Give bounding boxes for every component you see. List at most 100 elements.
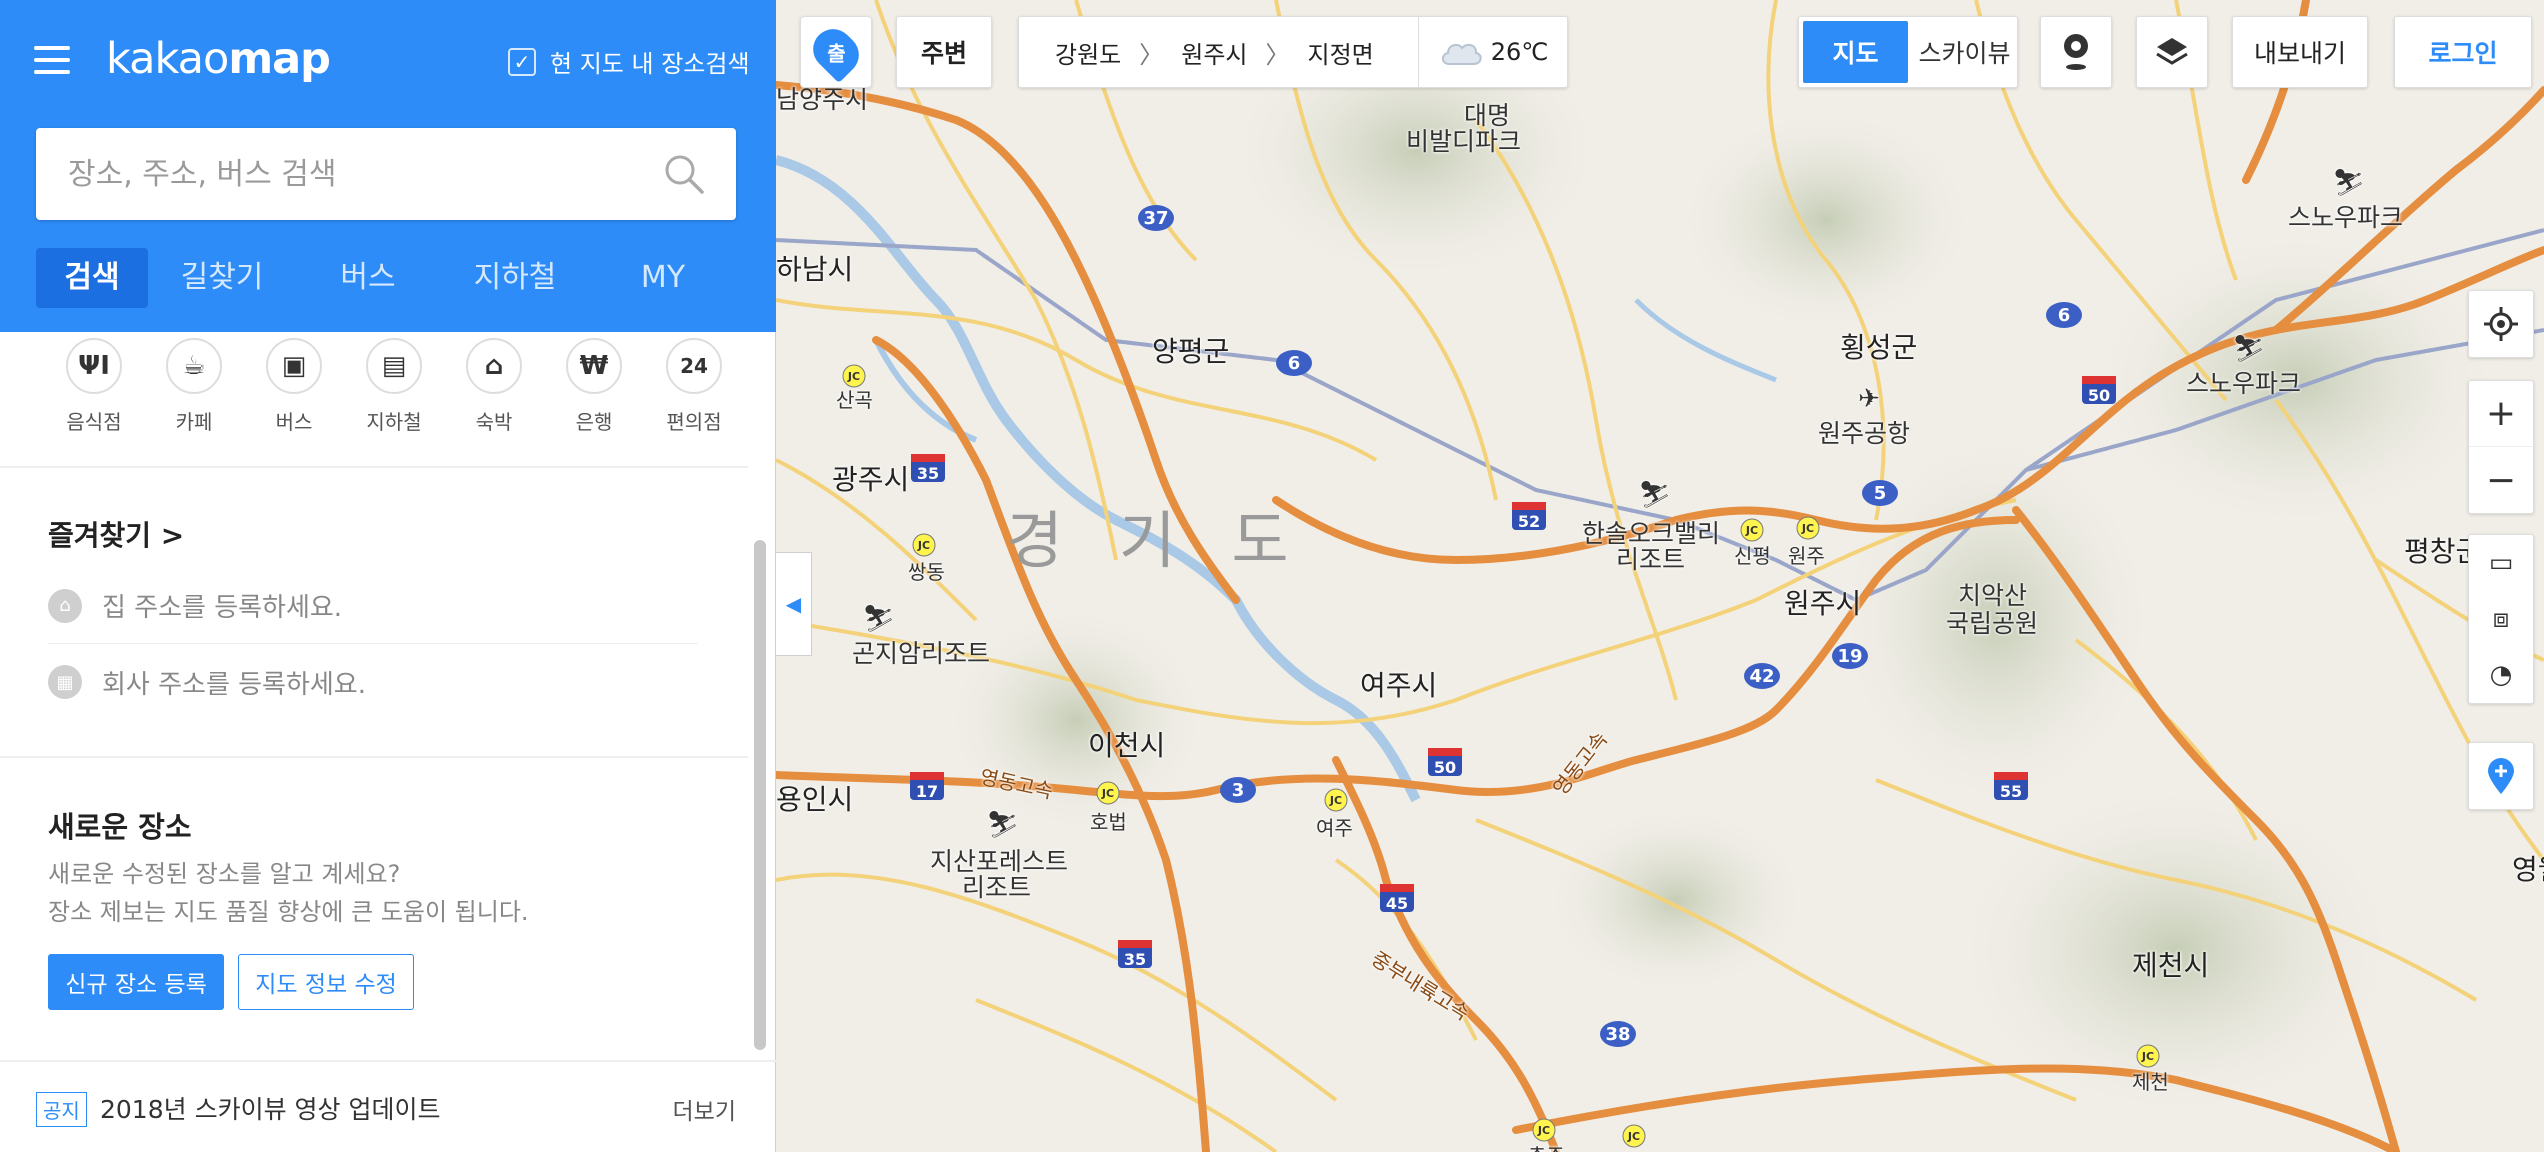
map-canvas[interactable]: 37 6 6 5 42 19 3 38 35 52 50 17 45 35 50… — [776, 0, 2544, 1152]
category-label: 숙박 — [475, 410, 513, 434]
temperature: 26℃ — [1490, 38, 1549, 66]
area-icon: ⧈ — [2492, 603, 2510, 634]
svg-text:JC: JC — [1101, 787, 1114, 800]
bank-icon: ₩ — [566, 338, 622, 394]
category-lodging[interactable]: ⌂ 숙박 — [444, 334, 544, 434]
ski-icon: ⛷ — [1638, 480, 1672, 510]
cloud-icon — [1441, 43, 1482, 65]
category-bank[interactable]: ₩ 은행 — [544, 334, 644, 434]
breadcrumb-district[interactable]: 지정면 — [1308, 35, 1374, 70]
my-location-button[interactable] — [2469, 291, 2533, 357]
svg-text:JC: JC — [2141, 1050, 2154, 1063]
svg-text:JC: JC — [1537, 1124, 1550, 1137]
layers-icon — [2156, 38, 2188, 65]
town-label: 여주 — [1316, 816, 1353, 840]
city-label: 영월 — [2512, 853, 2544, 886]
tab-subway[interactable]: 지하철 — [440, 248, 590, 308]
zoom-out-button[interactable]: − — [2469, 447, 2533, 513]
svg-text:3: 3 — [1232, 780, 1245, 801]
category-subway[interactable]: ▤ 지하철 — [344, 334, 444, 434]
zoom-in-button[interactable]: + — [2469, 381, 2533, 447]
bus-icon: ▣ — [266, 338, 322, 394]
add-place-button[interactable] — [2469, 743, 2533, 809]
place-label: 리조트 — [962, 873, 1032, 902]
map-type-map[interactable]: 지도 — [1803, 21, 1908, 83]
new-place-button[interactable]: 신규 장소 등록 — [48, 954, 224, 1010]
place-label: 곤지암리조트 — [852, 639, 991, 668]
zoom-control: + − — [2468, 380, 2534, 514]
svg-text:50: 50 — [1434, 758, 1456, 777]
kakaomap-logo[interactable]: kakaomap — [106, 34, 331, 84]
search-in-map-checkbox[interactable]: ✓ 현 지도 내 장소검색 — [508, 44, 750, 79]
place-label: 원주공항 — [1818, 419, 1911, 448]
city-label: 용인시 — [776, 783, 854, 816]
category-bar: ΨΙ 음식점 ☕ 카페 ▣ 버스 ▤ 지하철 ⌂ 숙박 ₩ 은행 24 편의점 — [44, 334, 744, 434]
login-button[interactable]: 로그인 — [2394, 16, 2532, 88]
origin-label: 출 — [826, 41, 846, 66]
search-icon[interactable] — [662, 152, 706, 196]
tab-my[interactable]: MY — [590, 248, 736, 308]
favorite-work[interactable]: ▦ 회사 주소를 등록하세요. — [48, 644, 698, 720]
map-type-skyview[interactable]: 스카이뷰 — [1912, 17, 2017, 87]
nearby-button[interactable]: 주변 — [896, 16, 992, 88]
edit-map-button[interactable]: 지도 정보 수정 — [238, 954, 414, 1010]
town-label: 산곡 — [836, 388, 873, 412]
notice-text[interactable]: 2018년 스카이뷰 영상 업데이트 — [100, 1090, 440, 1126]
tab-directions[interactable]: 길찾기 — [148, 248, 296, 308]
breadcrumb-city[interactable]: 원주시 — [1181, 35, 1247, 70]
search-input[interactable] — [66, 128, 666, 220]
notice-bar[interactable]: 공지 2018년 스카이뷰 영상 업데이트 더보기 — [0, 1060, 776, 1152]
city-label: 하남시 — [776, 253, 854, 286]
favorites-title[interactable]: 즐겨찾기 > — [48, 514, 184, 554]
roadview-button[interactable] — [2040, 16, 2112, 88]
left-panel: kakaomap ✓ 현 지도 내 장소검색 검색 길찾기 버스 지하철 MY … — [0, 0, 776, 1152]
roadview-pin-icon — [2064, 34, 2088, 70]
panel-header: kakaomap ✓ 현 지도 내 장소검색 검색 길찾기 버스 지하철 MY — [0, 0, 776, 332]
area-button[interactable]: ⧈ — [2469, 591, 2533, 647]
category-bus[interactable]: ▣ 버스 — [244, 334, 344, 434]
weather-widget[interactable]: 26℃ — [1418, 16, 1568, 88]
radius-button[interactable]: ◔ — [2469, 647, 2533, 703]
cafe-icon: ☕ — [166, 338, 222, 394]
svg-text:42: 42 — [1749, 666, 1774, 687]
chevron-right-icon: 〉 — [1139, 40, 1164, 69]
work-text: 회사 주소를 등록하세요. — [102, 669, 366, 700]
category-label: 은행 — [575, 410, 613, 434]
convenience-store-icon: 24 — [666, 338, 722, 394]
place-label: 스노우파크 — [2288, 203, 2404, 232]
svg-text:35: 35 — [1124, 950, 1146, 969]
city-label: 이천시 — [1088, 729, 1166, 762]
tab-bus[interactable]: 버스 — [296, 248, 440, 308]
tab-search[interactable]: 검색 — [36, 248, 148, 308]
collapse-panel-button[interactable]: ◀ — [776, 552, 812, 656]
caret-left-icon: ◀ — [785, 592, 802, 616]
svg-text:17: 17 — [916, 782, 938, 801]
new-place-desc: 장소 제보는 지도 품질 향상에 큰 도움이 됩니다. — [48, 898, 529, 926]
ski-icon: ⛷ — [2232, 334, 2266, 364]
town-label: 원주 — [1788, 544, 1825, 568]
category-cafe[interactable]: ☕ 카페 — [144, 334, 244, 434]
breadcrumb-province[interactable]: 강원도 — [1055, 35, 1121, 70]
ruler-icon: ▭ — [2488, 548, 2514, 578]
checkmark-icon[interactable]: ✓ — [508, 47, 536, 76]
plus-icon: + — [2485, 393, 2517, 434]
tools-control: ▭ ⧈ ◔ — [2468, 534, 2534, 704]
category-label: 음식점 — [66, 410, 122, 434]
origin-button[interactable]: 출 — [800, 16, 872, 88]
layers-button[interactable] — [2136, 16, 2208, 88]
place-label: 비발디파크 — [1406, 127, 1522, 156]
svg-text:JC: JC — [847, 370, 860, 383]
region-label: 경 기 도 — [1006, 504, 1307, 577]
favorite-home[interactable]: ⌂ 집 주소를 등록하세요. — [48, 568, 698, 644]
scrollbar[interactable] — [754, 540, 766, 1050]
route-shield: 37 — [1138, 205, 1174, 231]
category-convenience[interactable]: 24 편의점 — [644, 334, 744, 434]
category-restaurant[interactable]: ΨΙ 음식점 — [44, 334, 144, 434]
city-label: 여주시 — [1360, 669, 1438, 702]
menu-icon[interactable] — [34, 46, 70, 74]
export-button[interactable]: 내보내기 — [2232, 16, 2368, 88]
notice-more-link[interactable]: 더보기 — [673, 1092, 736, 1126]
ruler-button[interactable]: ▭ — [2469, 535, 2533, 591]
svg-text:52: 52 — [1518, 512, 1540, 531]
divider — [0, 466, 748, 468]
